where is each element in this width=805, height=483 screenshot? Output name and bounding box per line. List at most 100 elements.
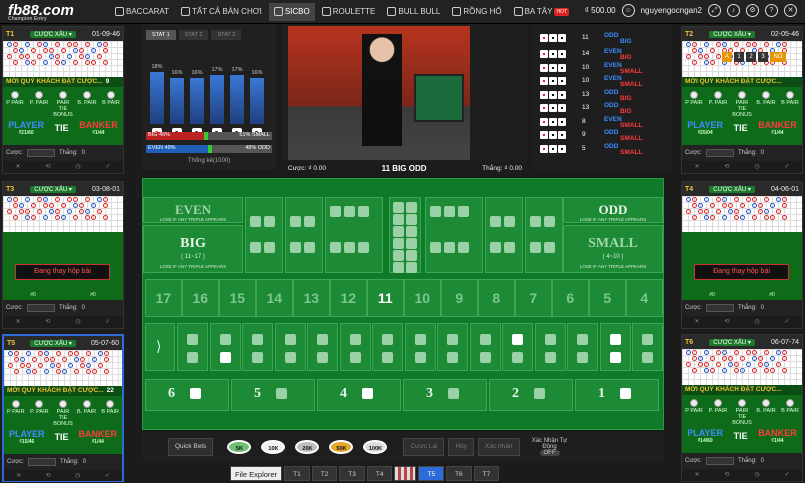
quick-bets-button[interactable]: Quick Bets: [168, 438, 214, 456]
side-bet[interactable]: B PAIR: [779, 90, 801, 118]
stat-tab-1[interactable]: STAT 1: [146, 30, 176, 40]
combo-bet[interactable]: [469, 323, 501, 371]
close-icon[interactable]: ✕: [784, 4, 797, 17]
tab-t1[interactable]: T1: [284, 466, 310, 481]
banker-bet[interactable]: BANKER ₫1/44: [758, 120, 797, 136]
streak-dropdown[interactable]: CƯỢC XẤU ▾: [30, 185, 76, 193]
side-bet[interactable]: B PAIR: [100, 90, 122, 118]
total-bet-15[interactable]: 15: [219, 279, 256, 317]
nav-rồng-hổ[interactable]: RỒNG HỔ: [447, 3, 506, 21]
tie-bet[interactable]: TIE: [55, 432, 69, 442]
nav-tất-cả-bàn-chơi[interactable]: TẤT CẢ BÀN CHƠI: [176, 3, 267, 21]
chip-10k[interactable]: 10K: [261, 440, 286, 454]
combo-bet[interactable]: [502, 323, 533, 371]
repeat-icon[interactable]: ⟲: [45, 163, 50, 170]
player-bet[interactable]: PLAYER ₫21/60: [8, 120, 44, 136]
volume-icon[interactable]: ♪: [727, 4, 740, 17]
cancel-icon[interactable]: ✕: [16, 472, 21, 479]
combo-bet[interactable]: [274, 323, 306, 371]
cancel-bet-button[interactable]: Hủy: [448, 438, 475, 456]
big-bet[interactable]: BIG( 11~17 ) LOSE IF ANY TRIPLE APPEARS: [143, 225, 243, 273]
cancel-icon[interactable]: ✕: [694, 163, 699, 170]
combo-bet[interactable]: [209, 323, 241, 371]
repeat-icon[interactable]: ⟲: [724, 318, 729, 325]
side-bet[interactable]: B. PAIR: [76, 399, 98, 427]
combo-bet[interactable]: [372, 323, 403, 371]
confirm-bet-button[interactable]: Xác nhận: [478, 438, 520, 456]
side-bet[interactable]: B PAIR: [779, 398, 801, 426]
combo-bet[interactable]: [437, 323, 468, 371]
nav-sicbo[interactable]: SICBO: [268, 2, 315, 21]
banker-bet[interactable]: BANKER ₫1/44: [79, 120, 118, 136]
triple-bet[interactable]: [325, 197, 383, 273]
chip-20k[interactable]: 20K: [295, 440, 320, 454]
side-table-t6[interactable]: T6 CƯỢC XẤU ▾ 06-07-74 MỜI QUÝ KHÁCH ĐẶT CƯ…: [681, 334, 803, 482]
tab-t7[interactable]: T7: [473, 466, 500, 481]
player-bet[interactable]: PLAYER ₫14/60: [687, 428, 723, 444]
stat-tab-2[interactable]: STAT 2: [178, 30, 209, 40]
total-bet-7[interactable]: 7: [515, 279, 552, 317]
file-explorer-tab[interactable]: File Explorer: [230, 466, 283, 481]
chip-5k[interactable]: 5K: [227, 440, 252, 454]
total-bet-10[interactable]: 10: [404, 279, 441, 317]
clock-icon[interactable]: ◷: [75, 472, 80, 479]
any-triple-bet[interactable]: [389, 197, 421, 273]
side-bet[interactable]: PAIR TIE BONUS: [52, 90, 74, 118]
streak-dropdown[interactable]: CƯỢC XẤU ▾: [709, 185, 755, 193]
side-table-t4[interactable]: T4 CƯỢC XẤU ▾ 04-06-01 Đang thay hộp bài #0 #…: [681, 181, 803, 329]
side-bet[interactable]: P. PAIR: [707, 90, 729, 118]
clock-icon[interactable]: ◷: [754, 471, 759, 478]
combo-bet[interactable]: [632, 323, 663, 371]
help-icon[interactable]: ?: [765, 4, 778, 17]
side-table-t2[interactable]: T2 CƯỢC XẤU ▾ 02-05-46 MỜI QUÝ KHÁCH ĐẶT CƯ…: [681, 26, 803, 174]
total-bet-5[interactable]: 5: [589, 279, 626, 317]
confirm-icon[interactable]: ✓: [784, 318, 789, 325]
nav-baccarat[interactable]: BACCARAT: [110, 3, 174, 21]
single-bet-4[interactable]: 4: [317, 379, 401, 411]
clock-icon[interactable]: ◷: [75, 318, 80, 325]
fullscreen-icon[interactable]: ⤢: [708, 4, 721, 17]
side-bet[interactable]: P. PAIR: [707, 398, 729, 426]
auto-confirm[interactable]: Xác Nhận Tự Động OFF: [528, 438, 572, 456]
streak-dropdown[interactable]: CƯỢC XẤU ▾: [30, 339, 76, 347]
combo-bet[interactable]: [339, 323, 371, 371]
side-bet[interactable]: B PAIR: [99, 399, 121, 427]
confirm-icon[interactable]: ✓: [105, 472, 110, 479]
combo-bet[interactable]: [177, 323, 208, 371]
small-bet[interactable]: SMALL( 4~10 ) LOSE IF ANY TRIPLE APPEARS: [563, 225, 663, 273]
confirm-icon[interactable]: ✓: [784, 471, 789, 478]
side-bet[interactable]: P. PAIR: [28, 399, 50, 427]
tab-t5[interactable]: T5: [418, 466, 445, 481]
side-bet[interactable]: P PAIR: [5, 399, 27, 427]
total-bet-4[interactable]: 4: [626, 279, 663, 317]
tab-grid-icon[interactable]: [394, 466, 417, 481]
cancel-icon[interactable]: ✕: [694, 471, 699, 478]
clock-icon[interactable]: ◷: [754, 163, 759, 170]
total-bet-8[interactable]: 8: [478, 279, 515, 317]
streak-dropdown[interactable]: CƯỢC XẤU ▾: [30, 30, 76, 38]
cancel-icon[interactable]: ✕: [15, 163, 20, 170]
tie-bet[interactable]: TIE: [734, 123, 748, 133]
side-bet[interactable]: B. PAIR: [755, 398, 777, 426]
streak-dropdown[interactable]: CƯỢC XẤU ▾: [709, 30, 755, 38]
confirm-icon[interactable]: ✓: [105, 318, 110, 325]
single-bet-5[interactable]: 5: [231, 379, 315, 411]
side-table-t3[interactable]: T3 CƯỢC XẤU ▾ 03-08-01 Đang thay hộp bài #0 #…: [2, 181, 124, 329]
total-bet-14[interactable]: 14: [256, 279, 293, 317]
logo[interactable]: fb88.com Champion Entry: [0, 2, 110, 22]
side-bet[interactable]: P PAIR: [683, 90, 705, 118]
chip-50k[interactable]: 50K: [329, 440, 354, 454]
combo-bet[interactable]: [534, 323, 566, 371]
banker-bet[interactable]: BANKER ₫1/44: [79, 429, 118, 445]
confirm-icon[interactable]: ✓: [105, 163, 110, 170]
combo-scroll-left[interactable]: ⟩: [145, 323, 175, 371]
single-bet-3[interactable]: 3: [403, 379, 487, 411]
chip-100k[interactable]: 100K: [363, 440, 388, 454]
odd-bet[interactable]: ODD LOSE IF ANY TRIPLE APPEARS: [563, 197, 663, 223]
settings-icon[interactable]: ⚙: [746, 4, 759, 17]
total-bet-13[interactable]: 13: [293, 279, 330, 317]
tie-bet[interactable]: TIE: [55, 123, 69, 133]
combo-bet[interactable]: [404, 323, 436, 371]
triple-bet[interactable]: [425, 197, 483, 273]
single-bet-1[interactable]: 1: [575, 379, 659, 411]
